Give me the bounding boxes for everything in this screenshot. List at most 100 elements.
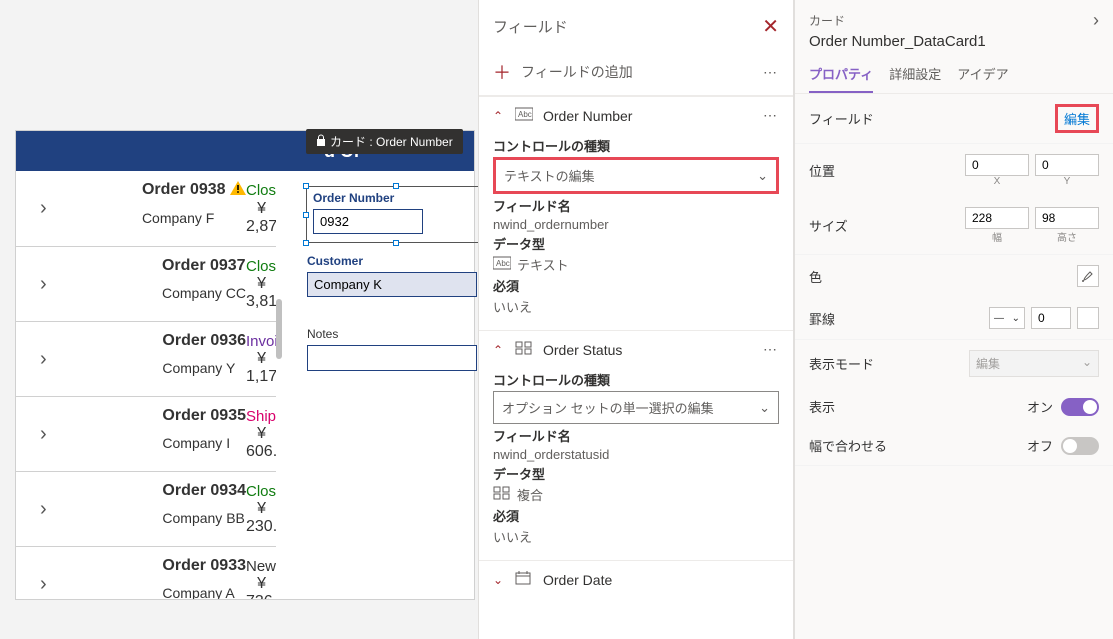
control-type-dropdown[interactable]: オプション セットの単一選択の編集 ⌄ — [493, 391, 779, 424]
chevron-right-icon[interactable]: › — [40, 423, 162, 446]
order-amount: ¥ 1,170.00 — [246, 350, 266, 386]
chevron-up-icon[interactable]: ⌃ — [493, 109, 505, 123]
order-title: Order 0933 — [162, 557, 246, 575]
order-row[interactable]: Order 0938 Closed›Company F¥ 2,870.00 — [16, 171, 276, 247]
position-x-input[interactable] — [965, 154, 1029, 176]
chevron-down-icon: ⌄ — [1012, 313, 1020, 324]
close-icon[interactable]: ✕ — [762, 14, 779, 39]
prop-label: フィールド — [809, 109, 874, 128]
svg-text:Abc: Abc — [496, 259, 510, 268]
order-row[interactable]: Order 0935 Shipped›Company I¥ 606.50 — [16, 397, 276, 472]
order-row[interactable]: Order 0934 Closed›Company BB¥ 230.00 — [16, 472, 276, 547]
resize-handle[interactable] — [393, 240, 399, 246]
resize-handle[interactable] — [393, 183, 399, 189]
chevron-down-icon[interactable]: ⌄ — [493, 573, 505, 587]
border-color-picker[interactable] — [1077, 307, 1099, 329]
field-edit-link[interactable]: 編集 — [1055, 104, 1099, 133]
height-label: 高さ — [1035, 229, 1099, 244]
control-type-value: テキストの編集 — [504, 166, 595, 185]
position-y-input[interactable] — [1035, 154, 1099, 176]
field-name-value: nwind_ordernumber — [493, 217, 779, 232]
add-field-row[interactable]: ＋ フィールドの追加 ⋯ — [479, 49, 793, 96]
chevron-right-icon[interactable]: › — [40, 348, 162, 371]
prop-label: 色 — [809, 267, 822, 286]
size-w-input[interactable] — [965, 207, 1029, 229]
fit-toggle[interactable] — [1061, 437, 1099, 455]
prop-label: 表示 — [809, 397, 835, 416]
chevron-down-icon: ⌄ — [759, 400, 770, 416]
visible-toggle[interactable] — [1061, 398, 1099, 416]
data-type-label: データ型 — [493, 464, 779, 483]
order-row[interactable]: Order 0933 New›Company A¥ 736.00 — [16, 547, 276, 599]
resize-handle[interactable] — [303, 183, 309, 189]
prop-size: サイズ 幅 高さ — [795, 197, 1113, 255]
lock-icon — [316, 134, 326, 149]
order-amount: ¥ 2,870.00 — [246, 200, 266, 236]
notes-datacard[interactable]: Notes — [306, 324, 486, 378]
tab-properties[interactable]: プロパティ — [809, 56, 873, 93]
fields-panel: フィールド ✕ ＋ フィールドの追加 ⋯ ⌃ Abc Order Number … — [478, 0, 794, 639]
field-header[interactable]: ⌃ Abc Order Number ⋯ — [479, 97, 793, 134]
field-block-order-date: ⌄ Order Date — [479, 560, 793, 598]
control-type-dropdown[interactable]: テキストの編集 ⌄ — [493, 157, 779, 194]
size-h-input[interactable] — [1035, 207, 1099, 229]
order-title: Order 0937 — [162, 257, 246, 275]
canvas-preview: カード : Order Number d Or Order 0938 Close… — [15, 130, 475, 600]
chevron-right-icon[interactable]: › — [40, 573, 162, 596]
prop-label: 表示モード — [809, 354, 874, 373]
field-header[interactable]: ⌄ Order Date — [479, 561, 793, 598]
resize-handle[interactable] — [303, 240, 309, 246]
prop-label: 罫線 — [809, 309, 835, 328]
field-name: Order Status — [543, 342, 622, 358]
order-company: Company Y — [162, 360, 246, 376]
more-icon[interactable]: ⋯ — [763, 341, 779, 358]
order-status: Closed — [246, 182, 266, 199]
order-row[interactable]: Order 0937 Closed›Company CC¥ 3,810.00 — [16, 247, 276, 322]
order-amount: ¥ 736.00 — [246, 575, 266, 599]
tab-advanced[interactable]: 詳細設定 — [889, 56, 941, 93]
order-amount: ¥ 606.50 — [246, 425, 266, 461]
display-mode-dropdown[interactable]: 編集 ⌄ — [969, 350, 1099, 377]
field-header[interactable]: ⌃ Order Status ⋯ — [479, 331, 793, 368]
border-style-dropdown[interactable]: —⌄ — [989, 307, 1025, 329]
chevron-right-icon[interactable]: › — [40, 273, 162, 296]
order-status: Closed — [246, 483, 266, 500]
order-number-input[interactable] — [313, 209, 423, 234]
required-label: 必須 — [493, 276, 779, 295]
control-type-label: コントロールの種類 — [493, 136, 779, 155]
chevron-right-icon[interactable]: › — [40, 498, 162, 521]
order-row[interactable]: Order 0936 Invoiced›Company Y¥ 1,170.00 — [16, 322, 276, 397]
optionset-type-icon — [493, 486, 511, 503]
property-tabs: プロパティ 詳細設定 アイデア — [795, 56, 1113, 94]
order-number-datacard[interactable]: Order Number Order New — [306, 186, 486, 243]
color-picker[interactable] — [1077, 265, 1099, 287]
warning-icon — [230, 181, 246, 200]
notes-input[interactable] — [307, 345, 477, 371]
more-icon[interactable]: ⋯ — [763, 107, 779, 124]
order-title: Order 0938 — [142, 181, 246, 200]
prop-border: 罫線 —⌄ — [795, 297, 1113, 340]
customer-input[interactable] — [307, 272, 477, 297]
required-value: いいえ — [493, 297, 779, 316]
prop-fit: 幅で合わせる オフ — [795, 426, 1113, 466]
tab-ideas[interactable]: アイデア — [957, 56, 1008, 93]
more-icon[interactable]: ⋯ — [763, 64, 779, 81]
control-type-label: コントロールの種類 — [493, 370, 779, 389]
border-width-input[interactable] — [1031, 307, 1071, 329]
customer-datacard[interactable]: Customer — [306, 251, 486, 304]
orders-list: Order 0938 Closed›Company F¥ 2,870.00Ord… — [16, 171, 276, 599]
detail-form: Order Number Order New Customer Notes — [306, 186, 486, 378]
order-company: Company CC — [162, 285, 246, 301]
order-status: Invoiced — [246, 333, 266, 350]
chevron-right-icon[interactable]: › — [40, 197, 142, 220]
field-name-label: フィールド名 — [493, 196, 779, 215]
control-type-value: オプション セットの単一選択の編集 — [502, 398, 714, 417]
chevron-up-icon[interactable]: ⌃ — [493, 343, 505, 357]
order-number-label: Order Number — [313, 191, 479, 205]
date-type-icon — [515, 571, 533, 588]
field-block-order-status: ⌃ Order Status ⋯ コントロールの種類 オプション セットの単一選… — [479, 330, 793, 560]
chevron-right-icon[interactable]: › — [1093, 10, 1099, 31]
scrollbar-thumb[interactable] — [276, 299, 282, 359]
prop-color: 色 — [795, 255, 1113, 297]
resize-handle[interactable] — [303, 212, 309, 218]
